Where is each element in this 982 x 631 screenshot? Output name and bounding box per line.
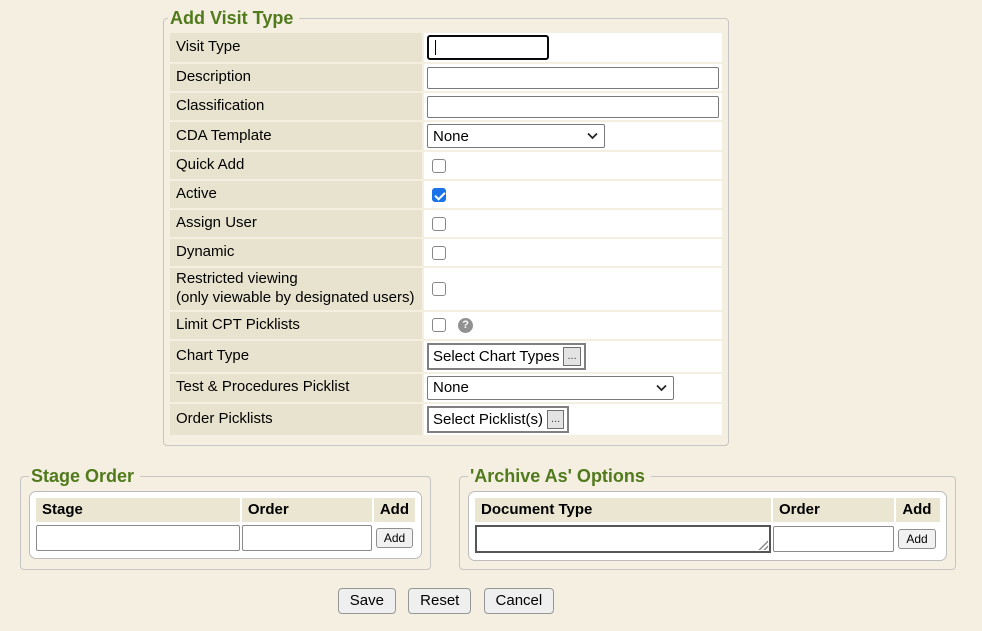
order-picklists-picker-text: Select Picklist(s) bbox=[433, 411, 543, 428]
order-column-header: Order bbox=[773, 498, 894, 522]
restricted-viewing-label-line1: Restricted viewing bbox=[176, 270, 418, 289]
archive-as-panel: Document Type Order Add Add bbox=[468, 491, 947, 561]
order-picklists-picker[interactable]: Select Picklist(s) ... bbox=[427, 406, 569, 433]
cancel-button[interactable]: Cancel bbox=[484, 588, 555, 614]
active-label: Active bbox=[170, 181, 422, 208]
restricted-viewing-label-line2: (only viewable by designated users) bbox=[176, 289, 418, 308]
stage-column-header: Stage bbox=[36, 498, 240, 522]
visit-type-input[interactable] bbox=[427, 35, 549, 60]
row-visit-type: Visit Type bbox=[170, 33, 722, 62]
row-description: Description bbox=[170, 64, 722, 91]
description-input[interactable] bbox=[427, 67, 719, 89]
archive-as-options-title: 'Archive As' Options bbox=[468, 466, 651, 487]
add-visit-type-title: Add Visit Type bbox=[168, 8, 299, 29]
order-picklists-browse-button[interactable]: ... bbox=[547, 410, 564, 429]
stage-input[interactable] bbox=[36, 525, 240, 551]
limit-cpt-picklists-label: Limit CPT Picklists bbox=[170, 312, 422, 339]
assign-user-checkbox[interactable] bbox=[432, 217, 446, 231]
stage-order-header-row: Stage Order Add bbox=[36, 498, 415, 522]
classification-input[interactable] bbox=[427, 96, 719, 118]
bottom-sections: Stage Order Stage Order Add Add 'Archive… bbox=[20, 466, 982, 570]
chart-type-picker-text: Select Chart Types bbox=[433, 348, 559, 365]
stage-order-panel: Stage Order Add Add bbox=[29, 491, 422, 559]
add-visit-type-section: Add Visit Type Visit Type Description Cl… bbox=[163, 8, 729, 446]
row-chart-type: Chart Type Select Chart Types ... bbox=[170, 341, 722, 372]
document-type-input[interactable] bbox=[477, 527, 769, 551]
dynamic-label: Dynamic bbox=[170, 239, 422, 266]
chart-type-picker[interactable]: Select Chart Types ... bbox=[427, 343, 586, 370]
cda-template-select[interactable]: None bbox=[427, 124, 605, 148]
row-cda-template: CDA Template None bbox=[170, 122, 722, 150]
archive-as-input-row: Add bbox=[475, 524, 940, 554]
stage-add-button[interactable]: Add bbox=[376, 528, 413, 548]
help-icon[interactable]: ? bbox=[458, 318, 473, 333]
row-test-procedures-picklist: Test & Procedures Picklist None bbox=[170, 374, 722, 402]
chart-type-browse-button[interactable]: ... bbox=[563, 347, 580, 366]
stage-order-input[interactable] bbox=[242, 525, 372, 551]
document-type-column-header: Document Type bbox=[475, 498, 771, 522]
quick-add-checkbox[interactable] bbox=[432, 159, 446, 173]
add-column-header: Add bbox=[896, 498, 940, 522]
restricted-viewing-label: Restricted viewing (only viewable by des… bbox=[170, 268, 422, 310]
row-classification: Classification bbox=[170, 93, 722, 120]
stage-order-table: Stage Order Add Add bbox=[34, 496, 417, 554]
add-column-header: Add bbox=[374, 498, 415, 522]
row-order-picklists: Order Picklists Select Picklist(s) ... bbox=[170, 404, 722, 435]
archive-add-button[interactable]: Add bbox=[898, 529, 935, 549]
order-picklists-label: Order Picklists bbox=[170, 404, 422, 435]
description-label: Description bbox=[170, 64, 422, 91]
limit-cpt-picklists-checkbox[interactable] bbox=[432, 318, 446, 332]
text-cursor bbox=[435, 40, 436, 55]
cda-template-label: CDA Template bbox=[170, 122, 422, 150]
stage-order-title: Stage Order bbox=[29, 466, 140, 487]
active-checkbox[interactable] bbox=[432, 188, 446, 202]
stage-order-section: Stage Order Stage Order Add Add bbox=[20, 466, 431, 570]
restricted-viewing-checkbox[interactable] bbox=[432, 282, 446, 296]
document-type-textarea[interactable] bbox=[475, 525, 771, 553]
row-dynamic: Dynamic bbox=[170, 239, 722, 266]
archive-order-input[interactable] bbox=[773, 526, 894, 552]
row-limit-cpt-picklists: Limit CPT Picklists ? bbox=[170, 312, 722, 339]
assign-user-label: Assign User bbox=[170, 210, 422, 237]
stage-order-input-row: Add bbox=[36, 524, 415, 552]
test-procedures-picklist-label: Test & Procedures Picklist bbox=[170, 374, 422, 402]
quick-add-label: Quick Add bbox=[170, 152, 422, 179]
reset-button[interactable]: Reset bbox=[408, 588, 471, 614]
dynamic-checkbox[interactable] bbox=[432, 246, 446, 260]
row-quick-add: Quick Add bbox=[170, 152, 722, 179]
order-column-header: Order bbox=[242, 498, 372, 522]
archive-as-table: Document Type Order Add Add bbox=[473, 496, 942, 556]
visit-type-label: Visit Type bbox=[170, 33, 422, 62]
archive-as-options-section: 'Archive As' Options Document Type Order… bbox=[459, 466, 956, 570]
row-restricted-viewing: Restricted viewing (only viewable by des… bbox=[170, 268, 722, 310]
save-button[interactable]: Save bbox=[338, 588, 396, 614]
chart-type-label: Chart Type bbox=[170, 341, 422, 372]
resize-grip-icon[interactable] bbox=[758, 540, 768, 550]
classification-label: Classification bbox=[170, 93, 422, 120]
row-active: Active bbox=[170, 181, 722, 208]
form-actions: Save Reset Cancel bbox=[163, 588, 729, 614]
visit-type-form: Visit Type Description Classification CD… bbox=[168, 31, 724, 437]
row-assign-user: Assign User bbox=[170, 210, 722, 237]
archive-as-header-row: Document Type Order Add bbox=[475, 498, 940, 522]
test-procedures-picklist-select[interactable]: None bbox=[427, 376, 674, 400]
